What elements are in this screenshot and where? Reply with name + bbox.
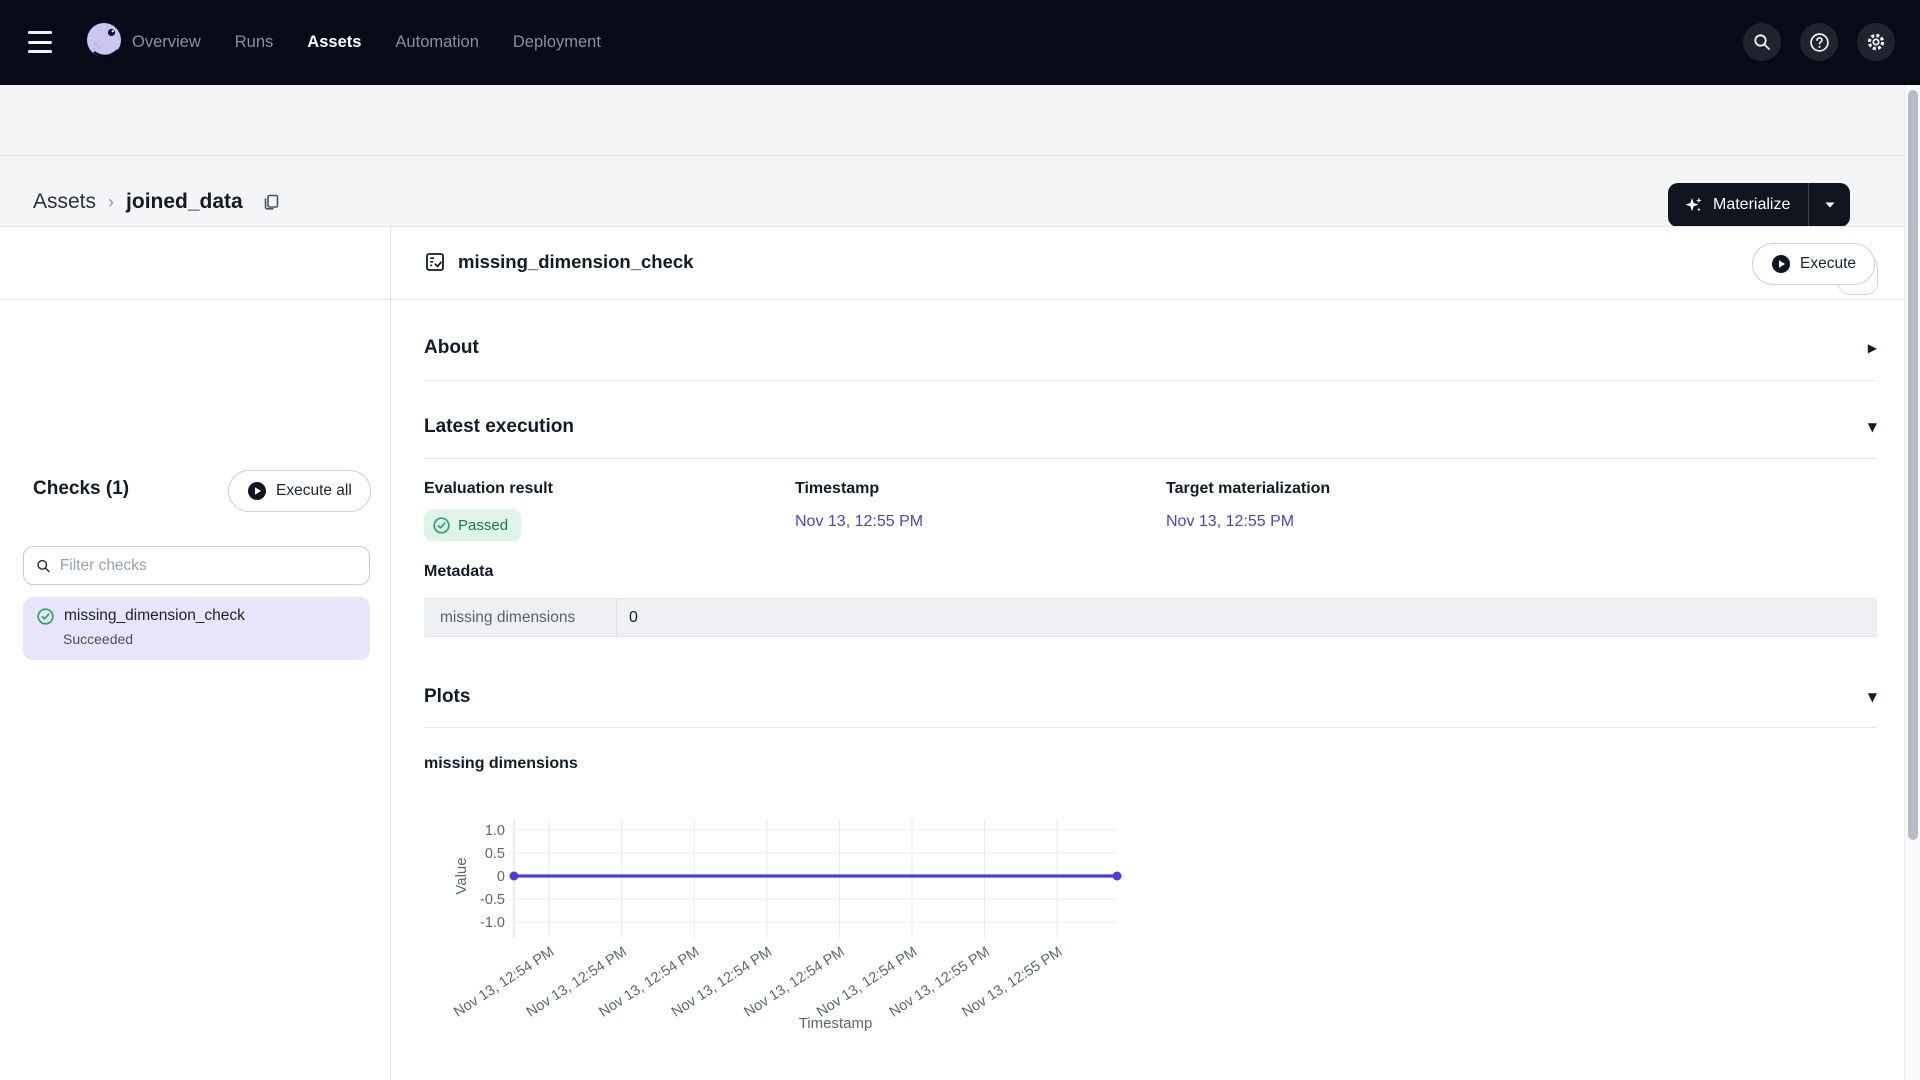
play-circle-icon [247, 481, 267, 501]
target-materialization-column: Target materialization Nov 13, 12:55 PM [1166, 480, 1537, 541]
hamburger-menu-icon[interactable] [28, 31, 52, 53]
missing-dimensions-plot: 1.00.50-0.5-1.0Nov 13, 12:54 PMNov 13, 1… [414, 780, 1174, 1050]
section-plots[interactable]: Plots ▼ [424, 686, 1877, 708]
play-circle-icon [1771, 254, 1791, 274]
materialize-label: Materialize [1713, 196, 1790, 214]
detail-header-divider [0, 299, 1920, 300]
gear-icon [1865, 31, 1887, 53]
materialize-dropdown-button[interactable] [1808, 183, 1850, 227]
asset-name: joined_data [126, 190, 243, 214]
evaluation-result-label: Evaluation result [424, 480, 795, 498]
asset-check-icon [424, 251, 446, 273]
materialize-split-button: Materialize [1668, 183, 1850, 227]
nav-item-automation[interactable]: Automation [395, 33, 478, 52]
search-button[interactable] [1743, 23, 1781, 61]
help-button[interactable] [1800, 23, 1838, 61]
filter-checks-field [23, 546, 370, 585]
latest-execution-summary: Evaluation result Passed Timestamp Nov 1… [424, 480, 1537, 541]
status-badge-label: Passed [458, 517, 508, 534]
section-latest-execution[interactable]: Latest execution ▼ [424, 416, 1877, 438]
execute-all-button[interactable]: Execute all [228, 470, 371, 512]
plot-title: missing dimensions [424, 755, 578, 773]
search-icon [1752, 32, 1772, 52]
sparkle-icon [1684, 195, 1704, 215]
dagster-logo[interactable] [80, 18, 128, 66]
check-list-item[interactable]: missing_dimension_check Succeeded [23, 597, 370, 660]
check-detail-header: missing_dimension_check [424, 251, 693, 273]
nav-item-deployment[interactable]: Deployment [513, 33, 601, 52]
target-materialization-link[interactable]: Nov 13, 12:55 PM [1166, 513, 1294, 531]
check-success-icon [37, 608, 54, 625]
header-divider [0, 155, 1920, 156]
panel-vertical-divider [390, 227, 391, 1080]
svg-text:1.0: 1.0 [485, 823, 505, 839]
metadata-value: 0 [617, 599, 638, 636]
top-nav-actions [1743, 23, 1895, 61]
metadata-table: missing dimensions 0 [424, 598, 1877, 637]
top-nav-bar: Overview Runs Assets Automation Deployme… [0, 0, 1920, 85]
passed-check-icon [433, 517, 450, 534]
timestamp-column: Timestamp Nov 13, 12:55 PM [795, 480, 1166, 541]
metadata-label: Metadata [424, 563, 493, 581]
breadcrumb: Assets › joined_data [33, 190, 281, 214]
check-item-name: missing_dimension_check [64, 607, 245, 625]
nav-item-assets[interactable]: Assets [307, 33, 361, 52]
nav-item-overview[interactable]: Overview [132, 33, 201, 52]
chevron-right-icon[interactable]: ▶ [1868, 341, 1877, 355]
chevron-down-icon [1824, 201, 1836, 209]
plot-svg: 1.00.50-0.5-1.0Nov 13, 12:54 PMNov 13, 1… [414, 780, 1174, 1050]
section-about[interactable]: About ▶ [424, 337, 1877, 359]
app-screen: Overview Runs Assets Automation Deployme… [0, 0, 1920, 1080]
timestamp-link[interactable]: Nov 13, 12:55 PM [795, 513, 923, 531]
evaluation-result-column: Evaluation result Passed [424, 480, 795, 541]
breadcrumb-chevron-icon: › [108, 192, 114, 213]
svg-text:-1.0: -1.0 [480, 915, 505, 931]
vertical-scrollbar-thumb[interactable] [1908, 90, 1918, 840]
execute-button[interactable]: Execute [1752, 243, 1875, 285]
latest-execution-title: Latest execution [424, 416, 574, 438]
svg-text:-0.5: -0.5 [480, 892, 505, 908]
primary-nav: Overview Runs Assets Automation Deployme… [132, 0, 601, 85]
vertical-scrollbar-track[interactable] [1904, 85, 1920, 1080]
settings-button[interactable] [1857, 23, 1895, 61]
plots-title: Plots [424, 686, 470, 708]
chevron-down-icon[interactable]: ▼ [1868, 690, 1877, 704]
about-divider [424, 380, 1877, 381]
metadata-key: missing dimensions [424, 599, 617, 636]
copy-icon [261, 192, 281, 212]
execute-all-label: Execute all [276, 482, 352, 500]
execute-label: Execute [1800, 255, 1856, 273]
checks-sidebar: Checks (1) Execute all missing_dimension… [0, 227, 390, 1080]
svg-text:Timestamp: Timestamp [799, 1015, 873, 1032]
about-title: About [424, 337, 479, 359]
check-item-status: Succeeded [63, 631, 356, 647]
svg-text:Value: Value [453, 857, 470, 894]
nav-item-runs[interactable]: Runs [235, 33, 274, 52]
plots-divider [424, 727, 1877, 728]
materialize-button[interactable]: Materialize [1668, 183, 1808, 227]
checks-panel-title: Checks (1) [33, 478, 129, 500]
help-icon [1809, 32, 1830, 53]
chevron-down-icon[interactable]: ▼ [1868, 420, 1877, 434]
asset-header-band: Assets › joined_data Materialize [0, 85, 1920, 227]
filter-search-icon [36, 558, 51, 574]
svg-text:0.5: 0.5 [485, 846, 505, 862]
check-detail-title: missing_dimension_check [458, 251, 693, 273]
breadcrumb-assets-link[interactable]: Assets [33, 190, 96, 214]
latest-execution-divider [424, 458, 1877, 459]
copy-asset-name-button[interactable] [261, 192, 281, 212]
status-badge: Passed [424, 509, 521, 541]
target-materialization-label: Target materialization [1166, 480, 1537, 498]
svg-text:0: 0 [497, 869, 505, 885]
timestamp-label: Timestamp [795, 480, 1166, 498]
filter-checks-input[interactable] [60, 557, 357, 575]
